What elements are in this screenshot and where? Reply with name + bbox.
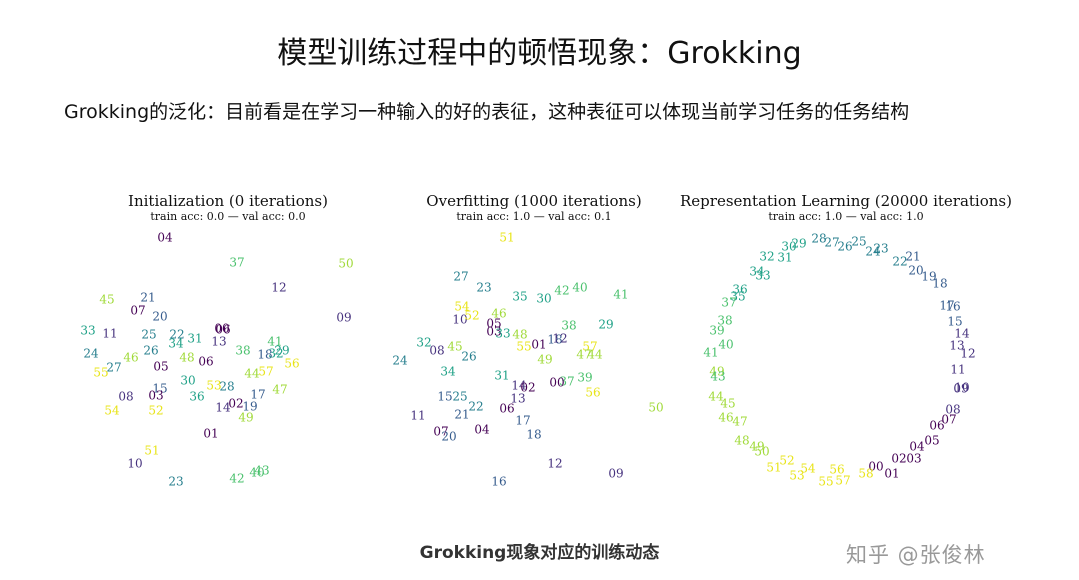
page-subtitle: Grokking的泛化：目前看是在学习一种输入的好的表征，这种表征可以体现当前学…: [64, 101, 910, 123]
panel-initialization: Initialization (0 iterations) train acc:…: [108, 192, 348, 502]
point-label: 55: [93, 366, 108, 380]
panel-representation-learning: Representation Learning (20000 iteration…: [676, 192, 1016, 502]
page-title: 模型训练过程中的顿悟现象：Grokking: [277, 36, 802, 71]
watermark: 知乎 @张俊林: [846, 543, 986, 567]
panel-title: Initialization (0 iterations): [128, 192, 328, 210]
point-label: 24: [392, 354, 408, 368]
panel-overfitting: Overfitting (1000 iterations) train acc:…: [412, 192, 656, 502]
panel-subtitle: train acc: 1.0 — val acc: 1.0: [768, 210, 924, 223]
point-label: 33: [80, 324, 95, 338]
panel-subtitle: train acc: 1.0 — val acc: 0.1: [456, 210, 612, 223]
panel-title: Overfitting (1000 iterations): [426, 192, 642, 210]
panel-subtitle: train acc: 0.0 — val acc: 0.0: [150, 210, 306, 223]
panel-title: Representation Learning (20000 iteration…: [680, 192, 1012, 210]
point-label: 24: [83, 347, 99, 361]
